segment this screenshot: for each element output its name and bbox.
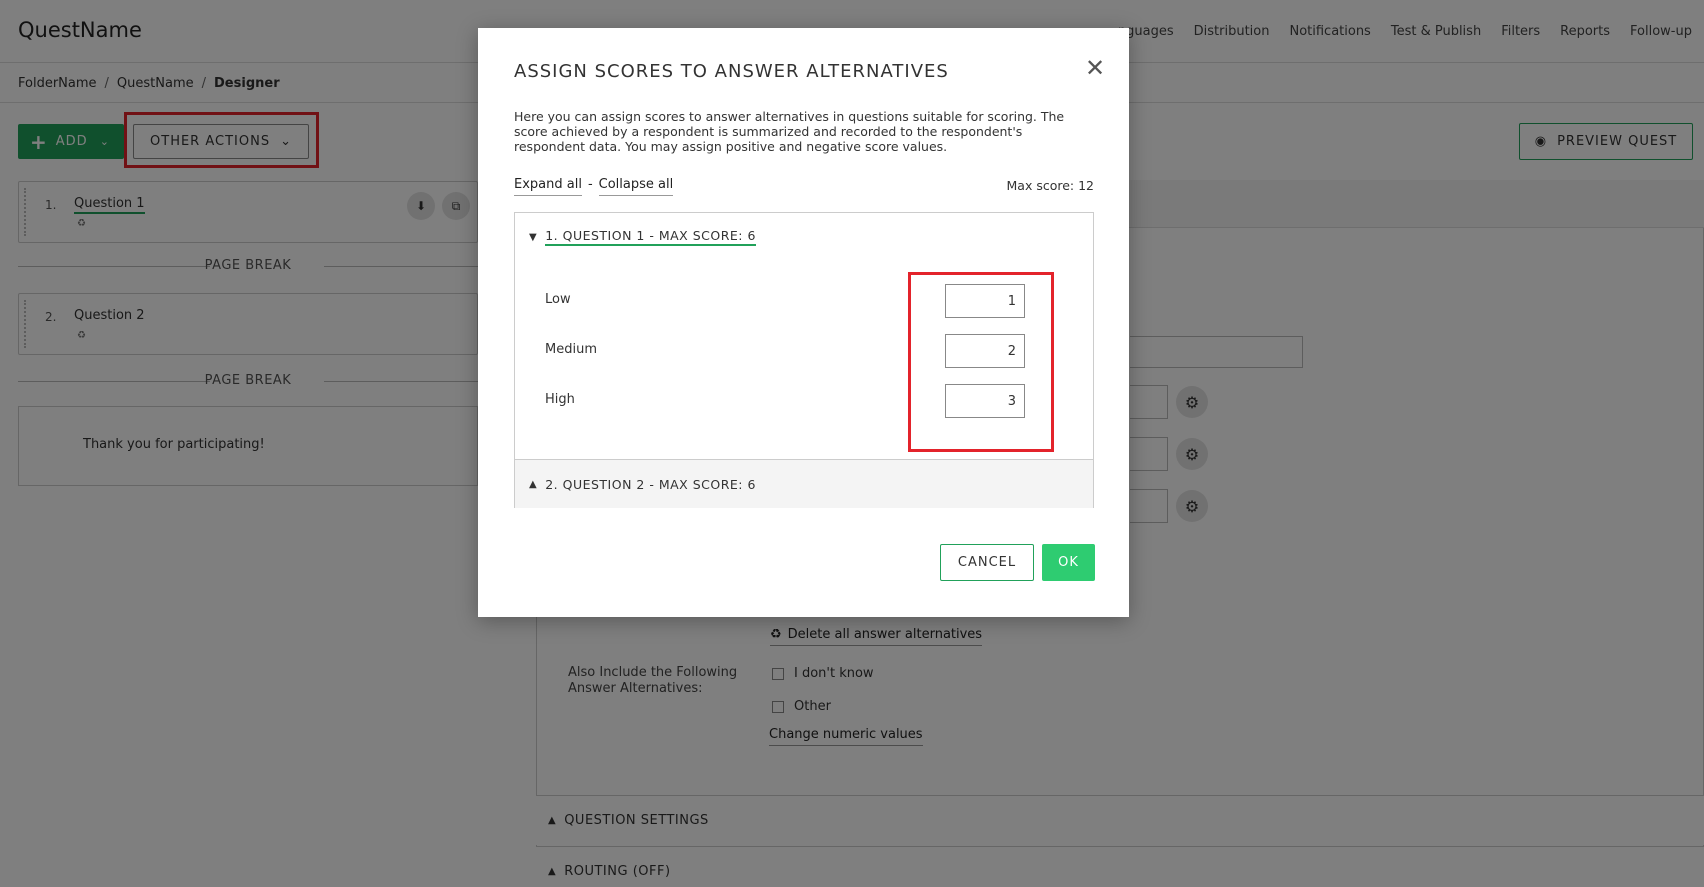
triangle-up-icon: ▲	[529, 478, 538, 490]
question-2-header-label: 2. QUESTION 2 - MAX SCORE: 6	[545, 476, 756, 492]
expand-collapse-links: Expand all - Collapse all	[514, 177, 674, 196]
question-1-header[interactable]: ▼ 1. QUESTION 1 - MAX SCORE: 6	[515, 213, 1093, 261]
expand-all-link[interactable]: Expand all	[514, 177, 582, 196]
collapse-all-link[interactable]: Collapse all	[598, 177, 674, 196]
question-2-header[interactable]: ▲ 2. QUESTION 2 - MAX SCORE: 6	[515, 459, 1093, 508]
cancel-button[interactable]: CANCEL	[940, 544, 1034, 581]
close-icon[interactable]: ✕	[1085, 56, 1105, 80]
ok-button[interactable]: OK	[1042, 544, 1095, 581]
link-separator: -	[587, 177, 593, 192]
triangle-down-icon: ▼	[529, 231, 538, 243]
modal-title: ASSIGN SCORES TO ANSWER ALTERNATIVES	[514, 61, 949, 82]
question-1-header-label: 1. QUESTION 1 - MAX SCORE: 6	[545, 228, 756, 246]
assign-scores-modal: ASSIGN SCORES TO ANSWER ALTERNATIVES ✕ H…	[478, 28, 1129, 617]
alternative-label-low: Low	[545, 292, 571, 307]
highlight-box	[908, 272, 1054, 452]
max-score-total: Max score: 12	[1006, 178, 1095, 193]
score-accordion: ▼ 1. QUESTION 1 - MAX SCORE: 6 Low 1 Med…	[514, 212, 1094, 508]
alternative-label-high: High	[545, 392, 575, 407]
alternative-label-medium: Medium	[545, 342, 597, 357]
modal-description: Here you can assign scores to answer alt…	[514, 109, 1065, 154]
